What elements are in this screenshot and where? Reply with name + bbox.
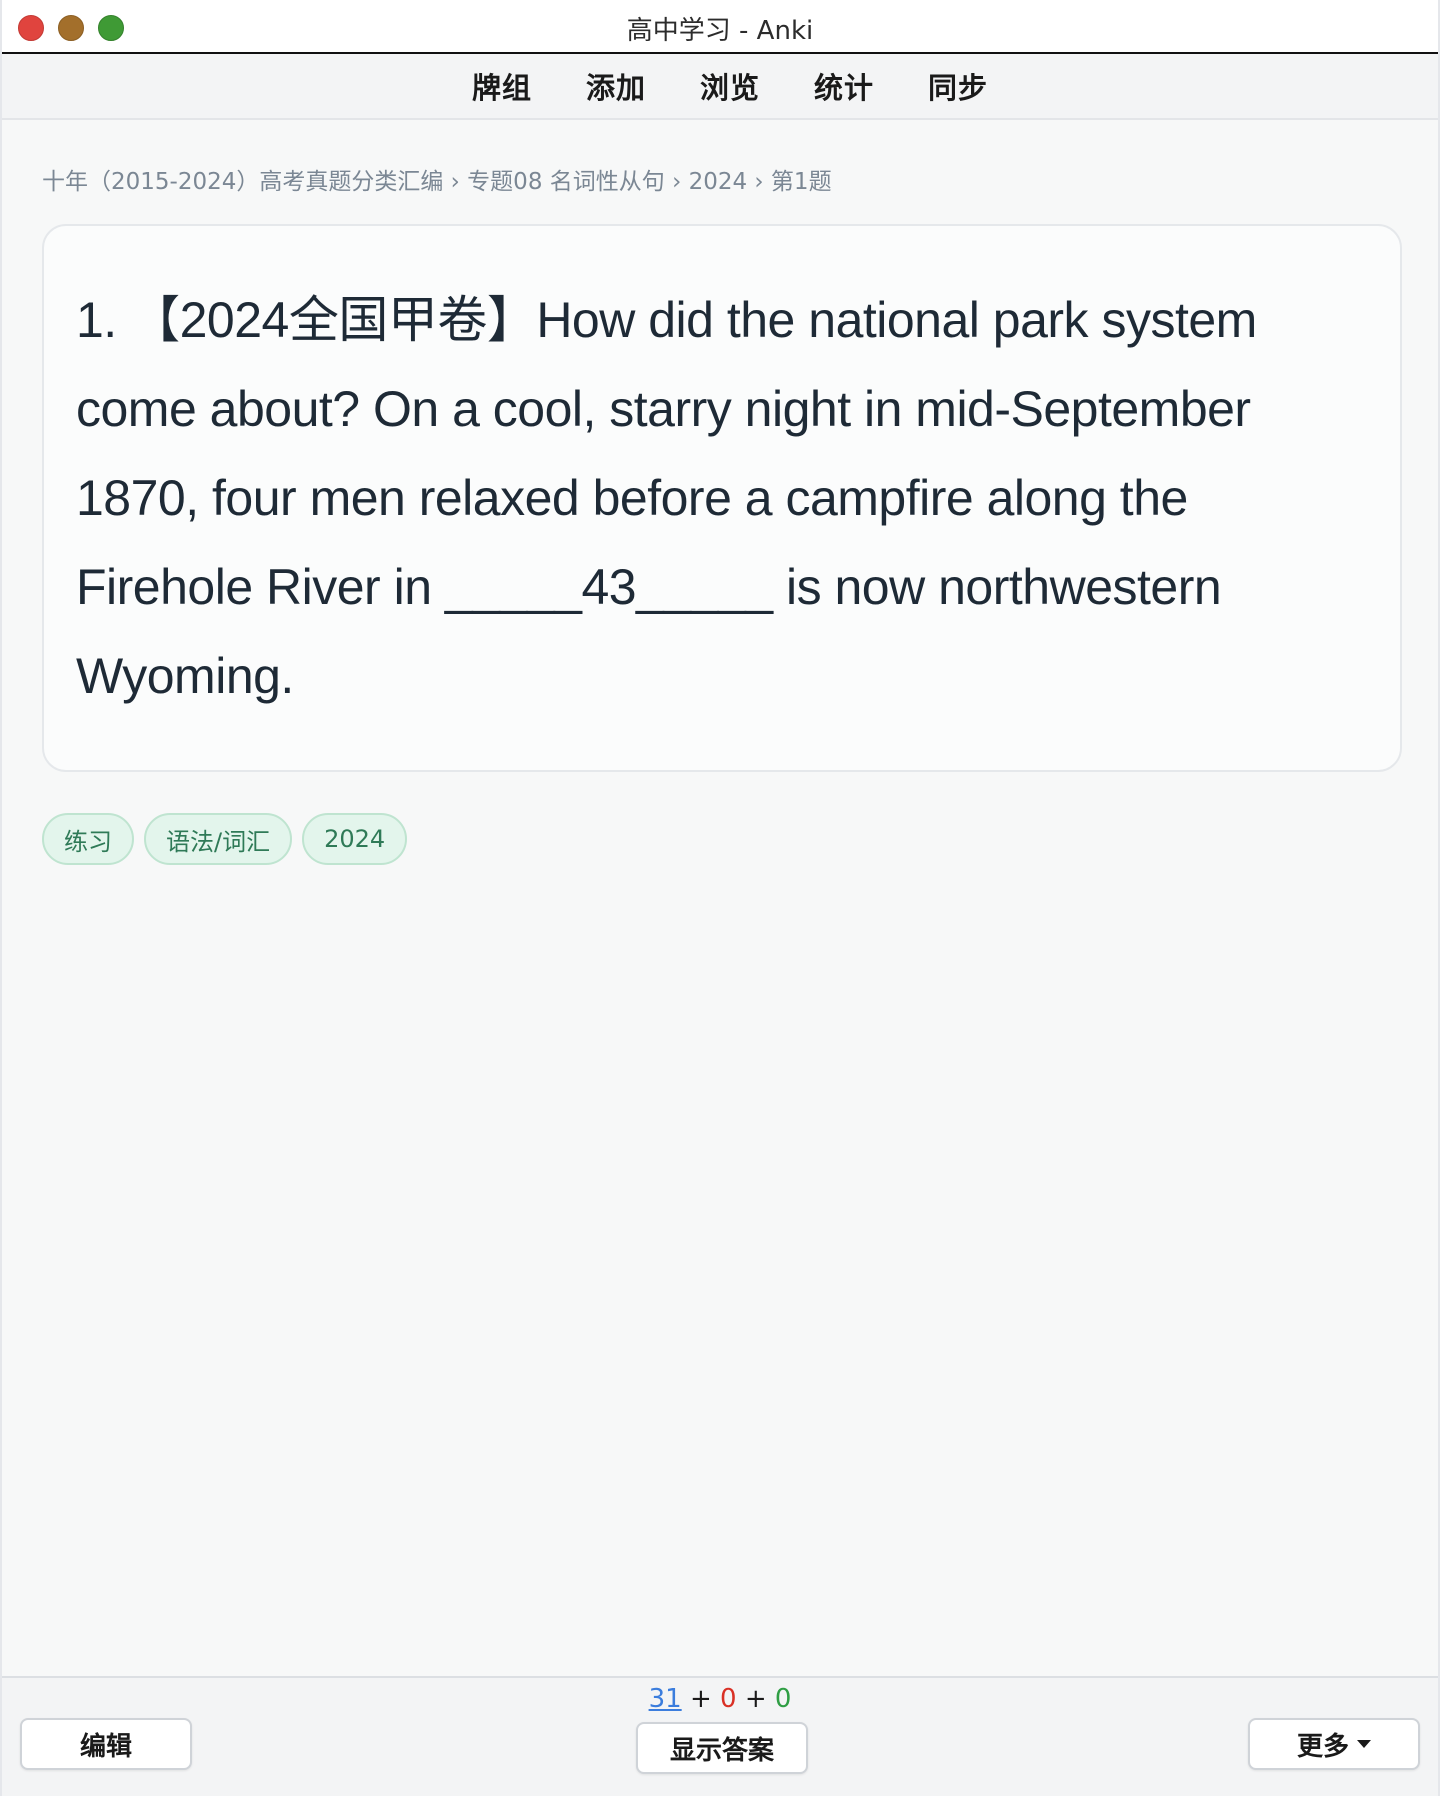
nav-decks[interactable]: 牌组: [472, 65, 532, 107]
top-nav: 牌组 添加 浏览 统计 同步: [2, 54, 1438, 120]
more-button[interactable]: 更多: [1248, 1718, 1420, 1770]
caret-down-icon: [1357, 1740, 1371, 1748]
question-text: 1. 【2024全国甲卷】How did the national park s…: [76, 276, 1370, 721]
tag-list: 练习 语法/词汇 2024: [42, 813, 408, 865]
tag-practice[interactable]: 练习: [42, 813, 134, 865]
show-answer-label: 显示答案: [669, 1735, 774, 1766]
nav-add[interactable]: 添加: [586, 65, 646, 107]
title-bar: 高中学习 - Anki: [2, 0, 1438, 54]
breadcrumb: 十年（2015-2024）高考真题分类汇编 › 专题08 名词性从句 › 202…: [42, 169, 832, 195]
nav-sync[interactable]: 同步: [928, 65, 988, 107]
more-button-label: 更多: [1296, 1731, 1349, 1762]
show-answer-button[interactable]: 显示答案: [636, 1722, 808, 1774]
edit-button-label: 编辑: [79, 1731, 132, 1762]
bottom-bar: 31 + 0 + 0 编辑 显示答案 更多: [2, 1676, 1438, 1796]
tag-grammar-vocab[interactable]: 语法/词汇: [144, 813, 293, 865]
answer-blank: _____43_____: [444, 559, 773, 615]
question-prefix: 1. 【2024全国甲卷】: [76, 292, 537, 348]
anki-window: 高中学习 - Anki 牌组 添加 浏览 统计 同步 十年（2015-2024）…: [0, 0, 1440, 1796]
learning-count: 0: [720, 1684, 737, 1714]
due-counts: 31 + 0 + 0: [2, 1684, 1438, 1714]
nav-browse[interactable]: 浏览: [700, 65, 760, 107]
question-card: 1. 【2024全国甲卷】How did the national park s…: [42, 224, 1402, 772]
count-separator: +: [744, 1684, 767, 1714]
tag-year[interactable]: 2024: [302, 813, 408, 865]
window-title: 高中学习 - Anki: [626, 16, 814, 46]
count-separator: +: [689, 1684, 712, 1714]
new-count: 31: [648, 1684, 682, 1714]
edit-button[interactable]: 编辑: [20, 1718, 192, 1770]
review-count: 0: [774, 1684, 792, 1714]
nav-stats[interactable]: 统计: [814, 65, 874, 107]
